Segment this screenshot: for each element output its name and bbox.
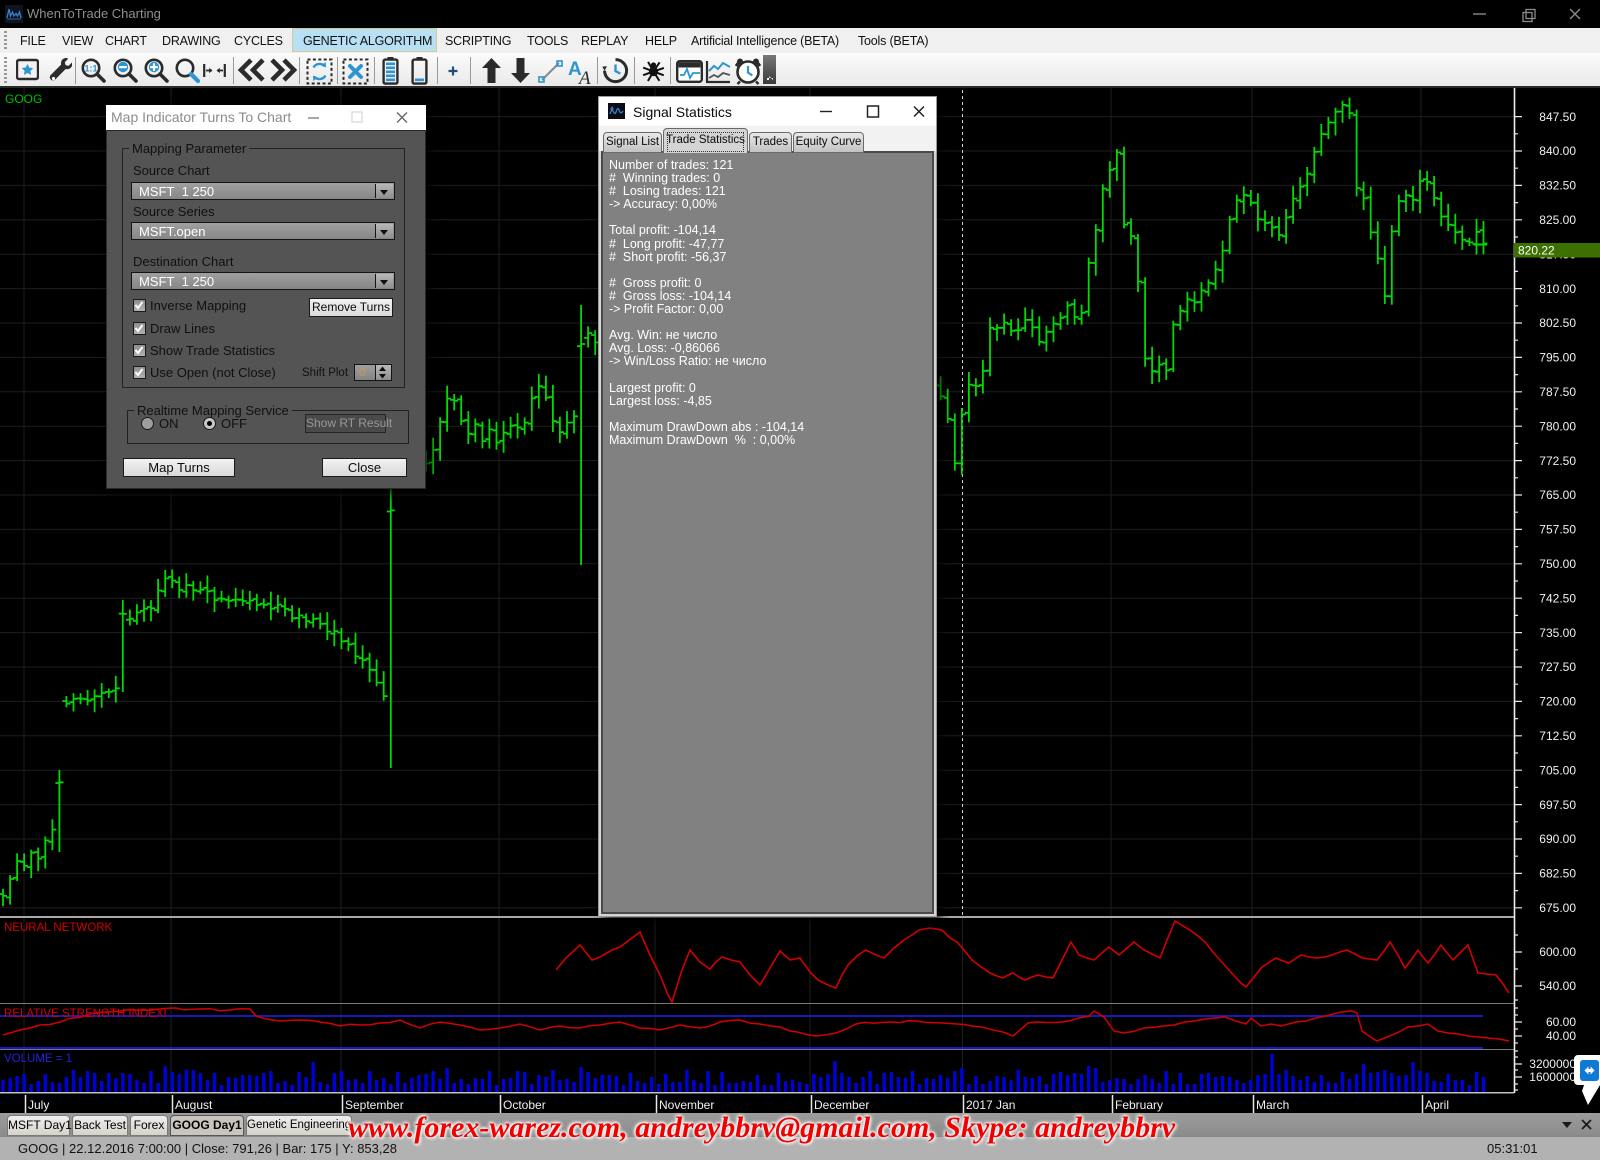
svg-text:1:1: 1:1 xyxy=(84,64,97,74)
svg-text:April: April xyxy=(1425,1098,1449,1112)
svg-text:772.50: 772.50 xyxy=(1539,454,1576,468)
svg-text:735.00: 735.00 xyxy=(1539,626,1576,640)
svg-text:712.50: 712.50 xyxy=(1539,729,1576,743)
svg-text:802.50: 802.50 xyxy=(1539,316,1576,330)
svg-text:600.00: 600.00 xyxy=(1539,945,1576,959)
svg-text:727.50: 727.50 xyxy=(1539,660,1576,674)
svg-text:1600000: 1600000 xyxy=(1529,1070,1576,1084)
svg-text:742.50: 742.50 xyxy=(1539,591,1576,605)
svg-text:820.22: 820.22 xyxy=(1518,244,1555,258)
svg-text:February: February xyxy=(1115,1098,1163,1112)
svg-text:825.00: 825.00 xyxy=(1539,213,1576,227)
svg-text:60.00: 60.00 xyxy=(1546,1015,1576,1029)
svg-text:GOOG: GOOG xyxy=(5,92,42,106)
svg-text:July: July xyxy=(28,1098,49,1112)
svg-text:795.00: 795.00 xyxy=(1539,351,1576,365)
svg-text:690.00: 690.00 xyxy=(1539,832,1576,846)
svg-text:540.00: 540.00 xyxy=(1539,979,1576,993)
svg-text:40.00: 40.00 xyxy=(1546,1029,1576,1043)
svg-text:3200000: 3200000 xyxy=(1529,1057,1576,1071)
svg-text:675.00: 675.00 xyxy=(1539,901,1576,915)
svg-text:March: March xyxy=(1256,1098,1289,1112)
svg-text:840.00: 840.00 xyxy=(1539,144,1576,158)
svg-text:750.00: 750.00 xyxy=(1539,557,1576,571)
svg-text:NEURAL NETWORK: NEURAL NETWORK xyxy=(4,922,113,934)
svg-text:832.50: 832.50 xyxy=(1539,179,1576,193)
svg-text:RELATIVE STRENGTH INDEXI: RELATIVE STRENGTH INDEXI xyxy=(4,1008,167,1020)
svg-text:810.00: 810.00 xyxy=(1539,282,1576,296)
svg-text:VOLUME = 1: VOLUME = 1 xyxy=(4,1053,72,1065)
svg-text:765.00: 765.00 xyxy=(1539,488,1576,502)
svg-text:847.50: 847.50 xyxy=(1539,110,1576,124)
svg-text:October: October xyxy=(503,1098,546,1112)
svg-text:December: December xyxy=(814,1098,869,1112)
svg-text:A: A xyxy=(577,68,591,85)
svg-text:November: November xyxy=(659,1098,714,1112)
svg-text:August: August xyxy=(175,1098,213,1112)
svg-text:705.00: 705.00 xyxy=(1539,763,1576,777)
svg-text:720.00: 720.00 xyxy=(1539,695,1576,709)
svg-text:September: September xyxy=(345,1098,404,1112)
svg-text:697.50: 697.50 xyxy=(1539,798,1576,812)
svg-text:780.00: 780.00 xyxy=(1539,419,1576,433)
svg-text:787.50: 787.50 xyxy=(1539,385,1576,399)
svg-text:682.50: 682.50 xyxy=(1539,867,1576,881)
svg-text:2017 Jan: 2017 Jan xyxy=(966,1098,1015,1112)
svg-text:757.50: 757.50 xyxy=(1539,523,1576,537)
